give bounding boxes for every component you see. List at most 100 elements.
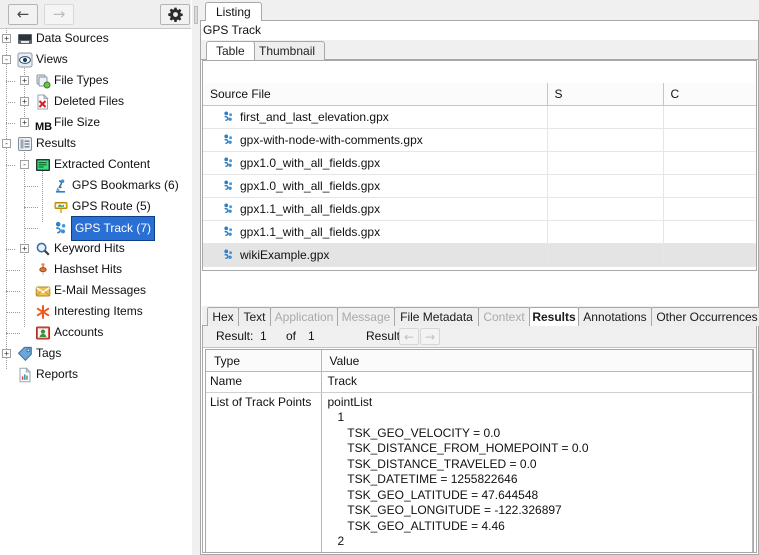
table-row[interactable]: gpx1.1_with_all_fields.gpx <box>203 221 757 244</box>
result-type-cell[interactable]: List of Track Points <box>206 392 321 552</box>
result-prev-button[interactable]: ← <box>399 328 419 345</box>
sidebar-item-reports[interactable]: Reports <box>0 364 191 385</box>
tree-expand-icon[interactable]: + <box>2 349 11 358</box>
deleted-files-icon <box>35 94 51 110</box>
result-next-button[interactable]: → <box>420 328 440 345</box>
file-table-container[interactable]: Source FileSC first_and_last_elevation.g… <box>202 60 757 271</box>
explorer-tree[interactable]: + Data Sources-Views+File Types+Deleted F… <box>0 28 191 555</box>
file-name-cell[interactable]: gpx1.1_with_all_fields.gpx <box>203 221 547 244</box>
viewer-tab-other-occurrences[interactable]: Other Occurrences <box>651 307 759 326</box>
sidebar-item-views[interactable]: -Views <box>0 49 191 70</box>
tab-listing[interactable]: Listing <box>205 2 262 21</box>
sidebar-item-gps-bookmarks-6[interactable]: GPS Bookmarks (6) <box>0 175 191 196</box>
file-name-cell[interactable]: gpx-with-node-with-comments.gpx <box>203 129 547 152</box>
viewer-tab-results[interactable]: Results <box>529 307 579 326</box>
file-s-cell[interactable] <box>547 198 663 221</box>
file-c-cell[interactable] <box>663 152 757 175</box>
file-c-cell[interactable] <box>663 129 757 152</box>
result-value-cell[interactable]: pointList 1 TSK_GEO_VELOCITY = 0.0 TSK_D… <box>321 392 753 552</box>
table-row[interactable]: first_and_last_elevation.gpx <box>203 106 757 129</box>
tree-expand-icon[interactable]: + <box>2 34 11 43</box>
file-s-cell[interactable] <box>547 221 663 244</box>
result-value-cell[interactable]: Track <box>321 372 753 393</box>
sidebar-item-accounts[interactable]: Accounts <box>0 322 191 343</box>
file-column-header[interactable]: Source File <box>203 83 547 106</box>
file-c-cell[interactable] <box>663 175 757 198</box>
sidebar-item-gps-track-7[interactable]: GPS Track (7) <box>0 217 191 238</box>
file-s-cell[interactable] <box>547 152 663 175</box>
file-s-cell[interactable] <box>547 106 663 129</box>
tree-collapse-icon[interactable]: - <box>2 139 11 148</box>
file-name-cell[interactable]: wikiExample.gpx <box>203 244 547 267</box>
hashset-hits-icon <box>35 262 51 278</box>
table-row[interactable]: List of Track PointspointList 1 TSK_GEO_… <box>206 392 753 552</box>
file-s-cell[interactable] <box>547 129 663 152</box>
sidebar-item-interesting-items[interactable]: Interesting Items <box>0 301 191 322</box>
viewer-tab-hex[interactable]: Hex <box>207 307 239 326</box>
table-row[interactable]: NameTrack <box>206 372 753 393</box>
tree-expand-icon[interactable]: + <box>20 244 29 253</box>
file-column-header[interactable]: C <box>663 83 757 106</box>
table-row[interactable]: gpx1.0_with_all_fields.gpx <box>203 175 757 198</box>
results-header-row[interactable]: TypeValue <box>206 350 753 372</box>
navigation-toolbar: ← → <box>0 0 191 29</box>
file-s-cell[interactable] <box>547 175 663 198</box>
tab-table[interactable]: Table <box>206 41 255 60</box>
file-name-cell[interactable]: gpx1.1_with_all_fields.gpx <box>203 198 547 221</box>
file-name-cell[interactable]: gpx1.0_with_all_fields.gpx <box>203 175 547 198</box>
content-viewer: HexTextApplicationMessageFile MetadataCo… <box>202 306 757 553</box>
tree-collapse-icon[interactable]: - <box>2 55 11 64</box>
sidebar-item-label: Extracted Content <box>54 154 150 175</box>
sidebar-item-gps-route-5[interactable]: GPS Route (5) <box>0 196 191 217</box>
file-c-cell[interactable] <box>663 106 757 129</box>
sidebar-item-results[interactable]: -Results <box>0 133 191 154</box>
forward-button[interactable]: → <box>44 4 74 25</box>
tree-expand-icon[interactable]: + <box>20 97 29 106</box>
file-name-label: wikiExample.gpx <box>240 248 329 262</box>
splitter-grip[interactable] <box>194 6 198 24</box>
file-c-cell[interactable] <box>663 244 757 267</box>
file-table-body[interactable]: first_and_last_elevation.gpxgpx-with-nod… <box>203 106 757 267</box>
file-s-cell[interactable] <box>547 244 663 267</box>
sidebar-item-file-types[interactable]: +File Types <box>0 70 191 91</box>
file-c-cell[interactable] <box>663 221 757 244</box>
table-row[interactable]: wikiExample.gpx <box>203 244 757 267</box>
tab-thumbnail[interactable]: Thumbnail <box>249 41 325 60</box>
sidebar-item-tags[interactable]: +Tags <box>0 343 191 364</box>
tree-expand-icon[interactable]: + <box>20 118 29 127</box>
file-table-header-row[interactable]: Source FileSC <box>203 83 757 106</box>
sidebar-item-deleted-files[interactable]: +Deleted Files <box>0 91 191 112</box>
result-index: 1 <box>260 329 267 344</box>
results-column-header[interactable]: Type <box>206 350 321 372</box>
file-name-cell[interactable]: first_and_last_elevation.gpx <box>203 106 547 129</box>
settings-button[interactable] <box>160 4 190 25</box>
table-row[interactable]: gpx-with-node-with-comments.gpx <box>203 129 757 152</box>
table-row[interactable]: gpx1.0_with_all_fields.gpx <box>203 152 757 175</box>
tree-expand-icon[interactable]: + <box>20 76 29 85</box>
results-column-header[interactable]: Value <box>321 350 753 372</box>
tree-collapse-icon[interactable]: - <box>20 160 29 169</box>
left-panel: ← → + Data Sources-Views+File Types+Delet… <box>0 0 191 555</box>
viewer-tab-file-metadata[interactable]: File Metadata <box>394 307 479 326</box>
file-c-cell[interactable] <box>663 198 757 221</box>
viewer-tab-annotations[interactable]: Annotations <box>578 307 652 326</box>
back-button[interactable]: ← <box>8 4 38 25</box>
result-label: Result: <box>216 329 253 344</box>
sidebar-item-keyword-hits[interactable]: +Keyword Hits <box>0 238 191 259</box>
table-row[interactable]: gpx1.1_with_all_fields.gpx <box>203 198 757 221</box>
sidebar-item-e-mail-messages[interactable]: E-Mail Messages <box>0 280 191 301</box>
viewer-tab-text[interactable]: Text <box>238 307 271 326</box>
gps-track-icon <box>222 179 235 192</box>
file-column-header[interactable]: S <box>547 83 663 106</box>
sidebar-item-extracted-content[interactable]: - Extracted Content <box>0 154 191 175</box>
sidebar-item-label: Data Sources <box>36 28 109 49</box>
sidebar-item-file-size[interactable]: +MBFile Size <box>0 112 191 133</box>
results-table-body[interactable]: NameTrackList of Track PointspointList 1… <box>206 372 753 553</box>
file-name-label: gpx1.1_with_all_fields.gpx <box>240 225 380 239</box>
result-type-cell[interactable]: Name <box>206 372 321 393</box>
sidebar-item-hashset-hits[interactable]: Hashset Hits <box>0 259 191 280</box>
sidebar-item-data-sources[interactable]: + Data Sources <box>0 28 191 49</box>
results-table-container[interactable]: TypeValue NameTrackList of Track Pointsp… <box>205 349 754 552</box>
file-name-cell[interactable]: gpx1.0_with_all_fields.gpx <box>203 152 547 175</box>
sidebar-item-label: Reports <box>36 364 78 385</box>
